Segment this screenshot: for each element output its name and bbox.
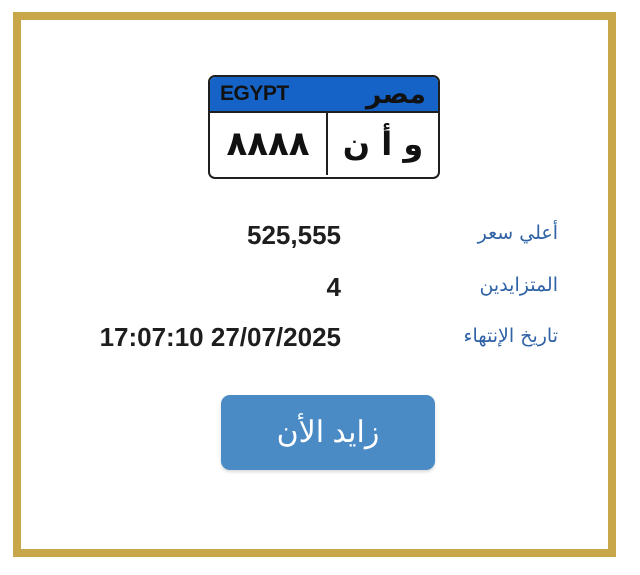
auction-card: EGYPT مصر ٨٨٨٨ و أ ن أعلي سعر 525,555 ال… — [13, 12, 616, 557]
end-date-label: تاريخ الإنتهاء — [463, 325, 558, 347]
highest-price-value: 525,555 — [247, 220, 341, 250]
bid-now-button[interactable]: زايد الأن — [221, 395, 435, 470]
plate-country-ar: مصر — [365, 78, 426, 110]
bidders-label: المتزايدين — [479, 274, 558, 296]
highest-price-label: أعلي سعر — [477, 222, 558, 244]
plate-header: EGYPT مصر — [210, 77, 438, 113]
license-plate: EGYPT مصر ٨٨٨٨ و أ ن — [208, 75, 440, 179]
plate-country-en: EGYPT — [220, 82, 289, 105]
plate-letters: و أ ن — [342, 125, 424, 163]
plate-number: ٨٨٨٨ — [210, 113, 328, 175]
bidders-value: 4 — [326, 272, 341, 302]
end-date-value: 17:07:10 27/07/2025 — [99, 322, 341, 352]
plate-body: ٨٨٨٨ و أ ن — [210, 113, 438, 175]
